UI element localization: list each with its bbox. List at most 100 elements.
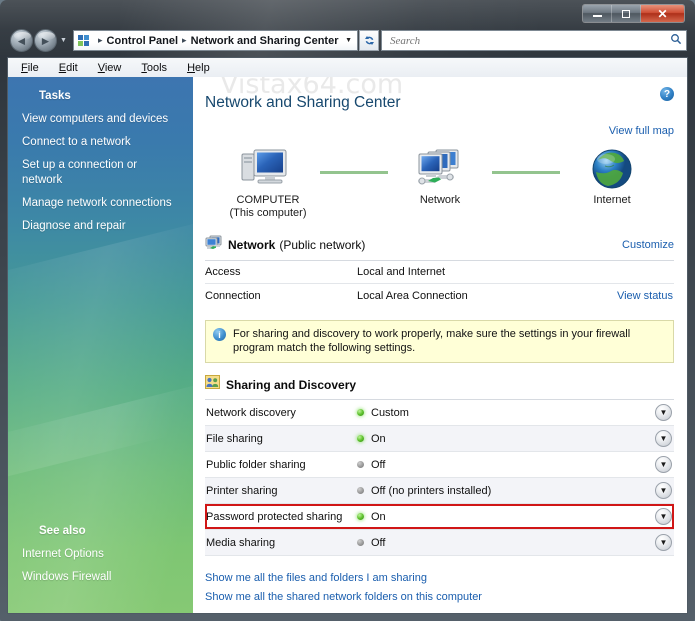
map-link-network-internet bbox=[492, 171, 560, 174]
status-dot-off bbox=[357, 539, 364, 546]
network-section: Network (Public network) Customize Acces… bbox=[205, 235, 674, 307]
breadcrumb-network-sharing-center[interactable]: Network and Sharing Center bbox=[191, 35, 339, 47]
network-row-access: Access Local and Internet bbox=[205, 261, 674, 284]
sharing-section-title: Sharing and Discovery bbox=[226, 377, 357, 392]
chevron-down-icon[interactable]: ▼ bbox=[655, 430, 672, 447]
sidebar-sheen-upper bbox=[8, 214, 193, 480]
file-sharing-state-text: On bbox=[371, 432, 386, 445]
share-row-printer-sharing[interactable]: Printer sharing Off (no printers install… bbox=[205, 478, 674, 504]
control-panel-glyph bbox=[78, 34, 89, 46]
chevron-down-icon[interactable]: ▼ bbox=[655, 404, 672, 421]
breadcrumb-separator-1: ▸ bbox=[98, 35, 103, 45]
sharing-people-icon bbox=[205, 375, 220, 394]
client-area: File Edit View Tools Help Tasks View com… bbox=[7, 57, 688, 614]
share-row-public-folder-sharing[interactable]: Public folder sharing Off ▼ bbox=[205, 452, 674, 478]
access-value: Local and Internet bbox=[357, 266, 446, 278]
access-label: Access bbox=[205, 266, 241, 278]
maximize-button[interactable] bbox=[612, 5, 641, 22]
info-bar: i For sharing and discovery to work prop… bbox=[205, 320, 674, 363]
search-input[interactable] bbox=[388, 33, 670, 48]
chevron-down-icon[interactable]: ▼ bbox=[655, 534, 672, 551]
minimize-button[interactable] bbox=[583, 5, 612, 22]
printer-sharing-state: Off (no printers installed) bbox=[357, 485, 655, 497]
forward-button[interactable]: ► bbox=[34, 29, 57, 52]
file-sharing-label: File sharing bbox=[206, 432, 263, 445]
status-dot-on bbox=[357, 513, 364, 520]
share-row-password-protected-sharing[interactable]: Password protected sharing On ▼ bbox=[205, 504, 674, 530]
menu-edit[interactable]: Edit bbox=[59, 62, 78, 74]
view-status-link[interactable]: View status bbox=[617, 290, 674, 302]
menu-file[interactable]: File bbox=[21, 62, 39, 74]
map-sublabel-computer: (This computer) bbox=[229, 207, 307, 219]
breadcrumb-control-panel[interactable]: Control Panel bbox=[107, 35, 179, 47]
info-bar-text: For sharing and discovery to work proper… bbox=[233, 328, 631, 354]
window-frame: ✕ ◄ ► ▼ ▸ Network Control Panel ▸ Net bbox=[0, 0, 695, 621]
refresh-button[interactable] bbox=[359, 30, 379, 51]
connection-label: Connection bbox=[205, 289, 261, 302]
network-discovery-state-text: Custom bbox=[371, 406, 409, 419]
media-sharing-label: Media sharing bbox=[206, 536, 276, 549]
caption-button-group: ✕ bbox=[582, 4, 685, 23]
network-icon bbox=[388, 145, 492, 191]
map-node-computer[interactable]: COMPUTER (This computer) bbox=[216, 145, 320, 220]
status-dot-on bbox=[357, 435, 364, 442]
close-button[interactable]: ✕ bbox=[641, 5, 684, 22]
network-discovery-label: Network discovery bbox=[206, 406, 296, 419]
share-row-file-sharing[interactable]: File sharing On ▼ bbox=[205, 426, 674, 452]
network-small-glyph bbox=[205, 235, 222, 249]
computer-icon bbox=[216, 145, 320, 191]
customize-link[interactable]: Customize bbox=[622, 239, 674, 251]
info-icon: i bbox=[213, 328, 226, 341]
sidebar-item-internet-options[interactable]: Internet Options bbox=[8, 543, 193, 566]
bottom-links: Show me all the files and folders I am s… bbox=[205, 569, 687, 607]
chevron-down-icon[interactable]: ▼ bbox=[655, 456, 672, 473]
map-label-network: Network bbox=[419, 194, 461, 206]
address-chevron-down-icon[interactable]: ▼ bbox=[345, 37, 355, 44]
body-area: Tasks View computers and devices Connect… bbox=[8, 77, 687, 613]
sidebar-item-diagnose-repair[interactable]: Diagnose and repair bbox=[8, 215, 193, 238]
maximize-icon bbox=[622, 9, 630, 18]
navigation-bar: ◄ ► ▼ ▸ Network Control Panel ▸ Network … bbox=[7, 27, 688, 54]
public-folder-sharing-state: Off bbox=[357, 459, 655, 471]
sharing-discovery-section: Sharing and Discovery Network discovery … bbox=[205, 375, 674, 556]
globe-glyph bbox=[592, 149, 632, 189]
menu-bar: File Edit View Tools Help bbox=[8, 58, 687, 77]
network-discovery-state: Custom bbox=[357, 407, 655, 419]
show-files-folders-link[interactable]: Show me all the files and folders I am s… bbox=[205, 569, 687, 588]
refresh-icon bbox=[364, 36, 374, 45]
sidebar-item-manage-connections[interactable]: Manage network connections bbox=[8, 192, 193, 215]
sidebar-item-setup-connection[interactable]: Set up a connection or network bbox=[8, 154, 193, 192]
network-section-title: Network bbox=[228, 238, 276, 252]
sidebar-item-connect-network[interactable]: Connect to a network bbox=[8, 131, 193, 154]
chevron-down-icon[interactable]: ▼ bbox=[655, 508, 672, 525]
network-row-connection: Connection Local Area Connection View st… bbox=[205, 284, 674, 307]
menu-help[interactable]: Help bbox=[187, 62, 210, 74]
sidebar-item-view-computers[interactable]: View computers and devices bbox=[8, 108, 193, 131]
back-button[interactable]: ◄ bbox=[10, 29, 33, 52]
help-icon[interactable]: ? bbox=[660, 87, 674, 101]
map-label-computer: COMPUTER bbox=[236, 194, 300, 206]
computer-glyph bbox=[241, 149, 287, 184]
view-full-map-link[interactable]: View full map bbox=[609, 125, 674, 137]
search-box[interactable] bbox=[381, 30, 687, 51]
connection-value: Local Area Connection bbox=[357, 289, 468, 302]
password-protected-sharing-state: On bbox=[357, 511, 655, 523]
network-glyph bbox=[418, 149, 459, 185]
menu-view[interactable]: View bbox=[98, 62, 122, 74]
menu-tools[interactable]: Tools bbox=[141, 62, 167, 74]
sidebar-item-windows-firewall[interactable]: Windows Firewall bbox=[8, 566, 193, 589]
show-shared-network-folders-link[interactable]: Show me all the shared network folders o… bbox=[205, 588, 687, 607]
share-row-media-sharing[interactable]: Media sharing Off ▼ bbox=[205, 530, 674, 556]
map-label-internet: Internet bbox=[593, 194, 631, 206]
map-node-network[interactable]: Network bbox=[388, 145, 492, 207]
chevron-down-icon[interactable]: ▼ bbox=[655, 482, 672, 499]
close-icon: ✕ bbox=[657, 6, 668, 21]
forward-arrow-icon: ► bbox=[39, 33, 52, 48]
address-bar[interactable]: ▸ Network Control Panel ▸ Network and Sh… bbox=[73, 30, 358, 51]
status-dot-off bbox=[357, 487, 364, 494]
map-node-internet[interactable]: Internet bbox=[560, 145, 664, 207]
history-dropdown-button[interactable]: ▼ bbox=[58, 37, 69, 44]
password-protected-sharing-label: Password protected sharing bbox=[206, 510, 343, 523]
sidebar: Tasks View computers and devices Connect… bbox=[8, 77, 193, 613]
share-row-network-discovery[interactable]: Network discovery Custom ▼ bbox=[205, 400, 674, 426]
